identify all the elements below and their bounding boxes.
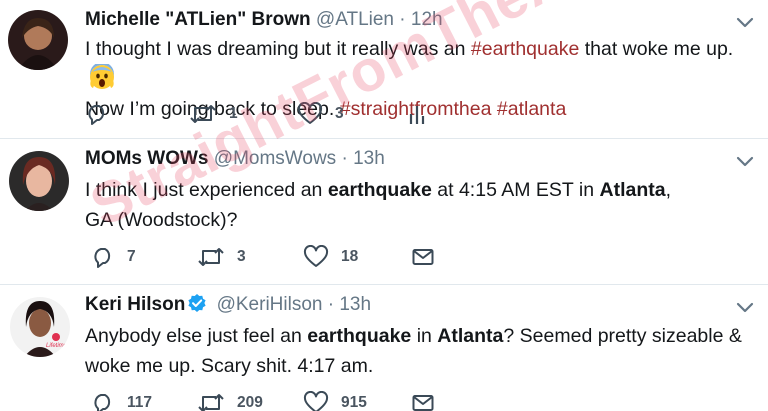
- chevron-down-icon[interactable]: [734, 297, 756, 319]
- author-name[interactable]: Keri Hilson: [85, 294, 185, 315]
- like-count: 915: [341, 394, 367, 411]
- text-part-bold: Atlanta: [437, 325, 504, 347]
- reply-icon: [91, 391, 115, 411]
- retweet-icon: [189, 102, 217, 126]
- message-button[interactable]: [411, 389, 435, 411]
- verified-badge-icon: [187, 293, 207, 320]
- tweet-1[interactable]: Michelle "ATLien" Brown @ATLien · 12h I …: [0, 0, 768, 135]
- analytics-button[interactable]: [407, 100, 427, 128]
- author-name[interactable]: MOMs WOWs: [85, 148, 209, 169]
- text-part: at 4:15 AM EST in: [431, 179, 600, 201]
- like-count: 3: [335, 105, 344, 122]
- avatar[interactable]: [8, 10, 68, 70]
- tweet-text: Anybody else just feel an earthquake in …: [85, 321, 745, 381]
- avatar[interactable]: Lifetime: [10, 297, 70, 357]
- heart-icon: [297, 102, 323, 126]
- like-button[interactable]: 915: [303, 389, 367, 411]
- avatar[interactable]: [9, 151, 69, 211]
- heart-icon: [303, 245, 329, 269]
- tweet-header: MOMs WOWs @MomsWows · 13h: [85, 147, 385, 171]
- avatar-badge: Lifetime: [46, 343, 68, 349]
- author-handle[interactable]: @KeriHilson: [217, 294, 323, 315]
- text-part: I thought I was dreaming but it really w…: [85, 38, 471, 60]
- retweet-icon: [197, 391, 225, 411]
- reply-button[interactable]: 117: [91, 389, 152, 411]
- message-icon: [411, 245, 435, 269]
- analytics-icon: [407, 102, 427, 126]
- hashtag-link[interactable]: #earthquake: [471, 38, 579, 60]
- tweet-actions: 117 209 915: [85, 389, 685, 411]
- timestamp[interactable]: 12h: [411, 9, 443, 30]
- tweet-2[interactable]: MOMs WOWs @MomsWows · 13h I think I just…: [0, 139, 768, 284]
- tweet-3[interactable]: Lifetime Keri Hilson @KeriHilson · 13h A…: [0, 285, 768, 411]
- text-part: Anybody else just feel an: [85, 325, 308, 347]
- like-button[interactable]: 18: [303, 243, 358, 271]
- retweet-count: 209: [237, 394, 263, 411]
- tweet-header: Keri Hilson @KeriHilson · 13h: [85, 293, 371, 320]
- separator-dot: ·: [341, 148, 348, 169]
- retweet-button[interactable]: 1: [189, 100, 238, 128]
- message-button[interactable]: [411, 243, 435, 271]
- tweet-text: I think I just experienced an earthquake…: [85, 175, 675, 235]
- retweet-button[interactable]: 3: [197, 243, 246, 271]
- text-part: in: [411, 325, 438, 347]
- chevron-down-icon[interactable]: [734, 12, 756, 34]
- retweet-count: 3: [237, 248, 246, 265]
- text-part-bold: Atlanta: [599, 179, 666, 201]
- text-part: I think I just experienced an: [85, 179, 328, 201]
- message-icon: [411, 391, 435, 411]
- reply-count: 117: [127, 394, 153, 411]
- tweet-header: Michelle "ATLien" Brown @ATLien · 12h: [85, 8, 443, 32]
- reply-icon: [85, 102, 109, 126]
- timestamp[interactable]: 13h: [339, 294, 371, 315]
- chevron-down-icon[interactable]: [734, 151, 756, 173]
- timestamp[interactable]: 13h: [353, 148, 385, 169]
- separator-dot: ·: [399, 9, 406, 30]
- reply-button[interactable]: 7: [91, 243, 136, 271]
- tweet-actions: 1 3: [85, 100, 685, 128]
- text-part-bold: earthquake: [327, 179, 432, 201]
- reply-icon: [91, 245, 115, 269]
- text-part-bold: earthquake: [307, 325, 412, 347]
- like-count: 18: [341, 248, 359, 265]
- heart-icon: [303, 391, 329, 411]
- author-handle[interactable]: @ATLien: [316, 9, 394, 30]
- author-handle[interactable]: @MomsWows: [214, 148, 336, 169]
- screaming-face-emoji-icon: [89, 62, 115, 90]
- retweet-icon: [197, 245, 225, 269]
- tweet-actions: 7 3 18: [85, 243, 685, 271]
- separator-dot: ·: [327, 294, 335, 315]
- reply-count: 7: [127, 248, 136, 265]
- retweet-button[interactable]: 209: [197, 389, 263, 411]
- reply-button[interactable]: [85, 100, 121, 128]
- retweet-count: 1: [229, 105, 238, 122]
- text-part: that woke me up.: [579, 38, 734, 60]
- like-button[interactable]: 3: [297, 100, 344, 128]
- author-name[interactable]: Michelle "ATLien" Brown: [85, 9, 311, 30]
